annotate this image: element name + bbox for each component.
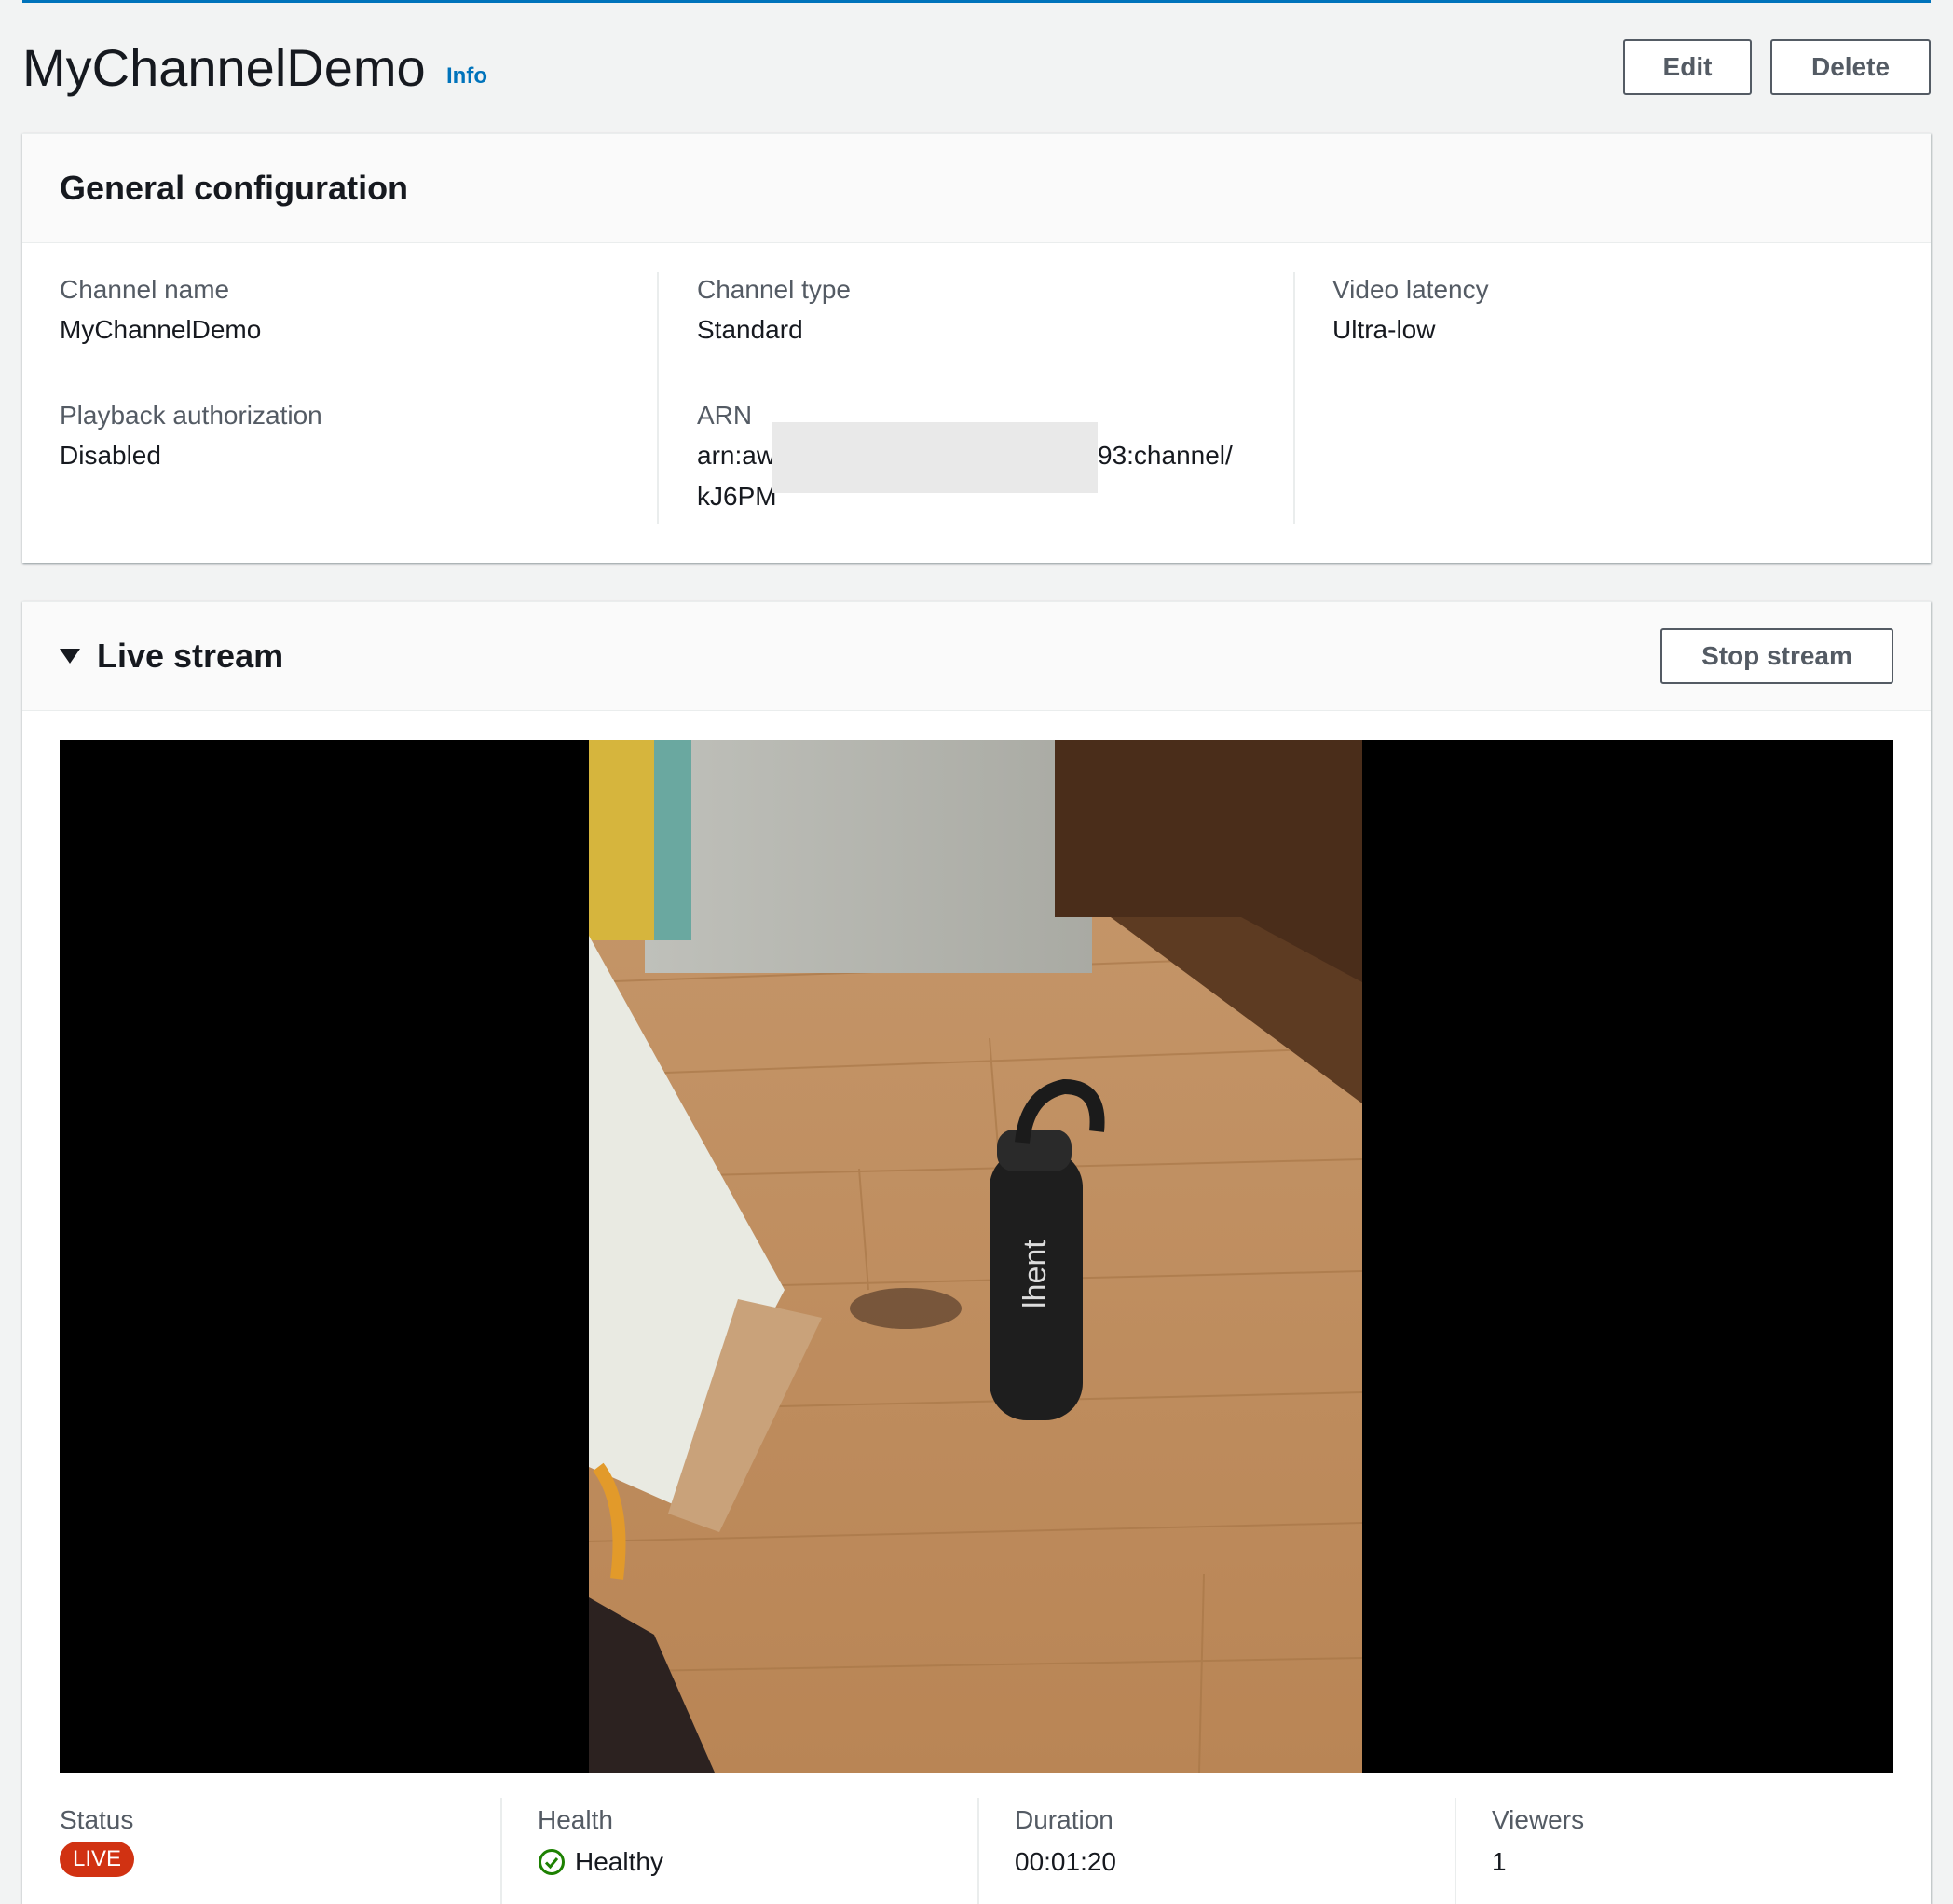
edit-button[interactable]: Edit <box>1623 39 1752 95</box>
status-label: Status <box>60 1805 134 1834</box>
duration-field: Duration 00:01:20 <box>1015 1804 1116 1883</box>
viewers-field: Viewers 1 <box>1492 1804 1584 1883</box>
live-stream-header: Live stream Stop stream <box>22 602 1931 711</box>
check-circle-icon <box>539 1849 565 1875</box>
column-divider <box>977 1798 979 1904</box>
info-link[interactable]: Info <box>446 63 487 89</box>
live-stream-panel: Live stream Stop stream lhent Status LIV… <box>22 601 1931 1904</box>
svg-text:lhent: lhent <box>1017 1240 1053 1308</box>
channel-type-field: Channel type Standard <box>697 274 851 350</box>
video-latency-field: Video latency Ultra-low <box>1332 274 1489 350</box>
column-divider <box>500 1798 502 1904</box>
arn-value-start: arn:aw <box>697 441 776 470</box>
video-frame: lhent <box>589 740 1362 1773</box>
duration-label: Duration <box>1015 1805 1113 1834</box>
duration-value: 00:01:20 <box>1015 1847 1116 1876</box>
arn-value: arn:aw 93:channel/ kJ6PM <box>697 422 1247 517</box>
top-accent-line <box>22 0 1931 3</box>
column-divider <box>1455 1798 1456 1904</box>
status-field: Status LIVE <box>60 1804 135 1877</box>
stop-stream-button[interactable]: Stop stream <box>1660 628 1893 684</box>
video-latency-value: Ultra-low <box>1332 315 1436 344</box>
health-value: Healthy <box>575 1847 663 1876</box>
playback-authorization-value: Disabled <box>60 441 161 470</box>
playback-authorization-label: Playback authorization <box>60 401 322 430</box>
channel-name-value: MyChannelDemo <box>60 315 262 344</box>
channel-name-label: Channel name <box>60 275 230 304</box>
channel-type-label: Channel type <box>697 275 852 304</box>
arn-field: ARN arn:aw 93:channel/ kJ6PM <box>697 400 1247 517</box>
health-field: Health Healthy <box>538 1804 663 1883</box>
delete-button[interactable]: Delete <box>1770 39 1931 95</box>
caret-down-icon[interactable] <box>60 649 80 664</box>
arn-value-line2: kJ6PM <box>697 482 777 511</box>
viewers-label: Viewers <box>1492 1805 1585 1834</box>
video-player[interactable]: lhent <box>60 740 1893 1773</box>
channel-name-field: Channel name MyChannelDemo <box>60 274 261 350</box>
column-divider <box>1293 272 1295 524</box>
video-latency-label: Video latency <box>1332 275 1489 304</box>
channel-type-value: Standard <box>697 315 803 344</box>
page-title: MyChannelDemo <box>22 38 426 97</box>
general-configuration-title: General configuration <box>60 169 409 207</box>
health-label: Health <box>538 1805 613 1834</box>
page-header: MyChannelDemo Info Edit Delete <box>22 35 1931 101</box>
redaction-box <box>772 422 1098 493</box>
column-divider <box>657 272 659 524</box>
arn-value-end: 93:channel/ <box>1098 441 1233 470</box>
viewers-value: 1 <box>1492 1847 1507 1876</box>
live-stream-title[interactable]: Live stream <box>97 637 283 675</box>
general-configuration-panel: General configuration Channel name MyCha… <box>22 133 1931 563</box>
live-status-badge: LIVE <box>60 1842 135 1877</box>
general-configuration-header: General configuration <box>22 134 1931 243</box>
playback-authorization-field: Playback authorization Disabled <box>60 400 322 476</box>
